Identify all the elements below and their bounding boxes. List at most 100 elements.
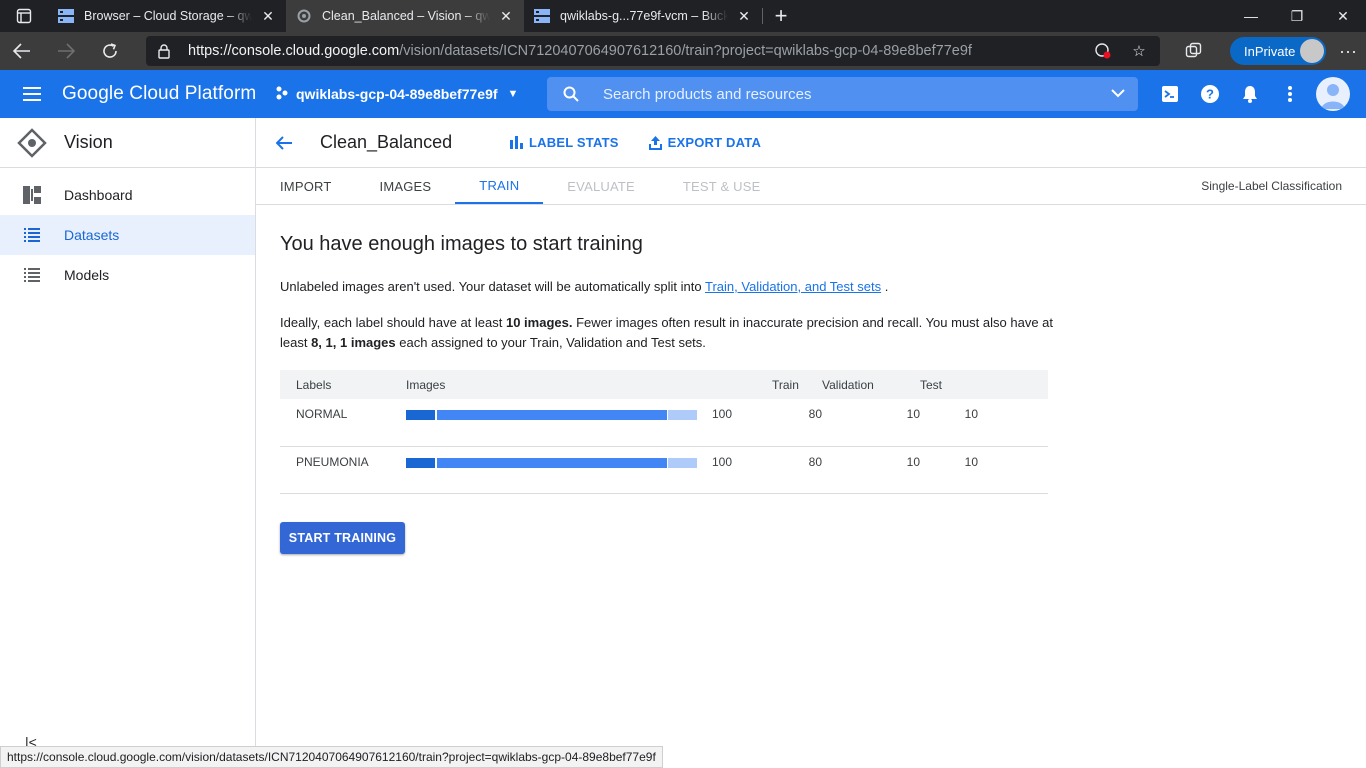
- new-tab-icon[interactable]: +: [763, 0, 799, 32]
- split-end: .: [884, 279, 889, 294]
- minimize-icon[interactable]: —: [1228, 0, 1274, 32]
- lock-icon[interactable]: [158, 42, 176, 60]
- more-options-icon[interactable]: ···: [1326, 41, 1366, 62]
- split-sets-link[interactable]: Train, Validation, and Test sets: [705, 279, 881, 294]
- window-controls: — ❐ ✕: [1228, 0, 1366, 32]
- start-training-button[interactable]: START TRAINING: [280, 521, 405, 554]
- row-test: 10: [920, 446, 978, 494]
- table-row: NORMAL 100 80 10 10: [280, 399, 1048, 447]
- tracking-prevention-icon[interactable]: [1090, 40, 1116, 62]
- restore-icon[interactable]: ❐: [1274, 0, 1320, 32]
- sidebar-item-dashboard[interactable]: Dashboard: [0, 175, 255, 215]
- address-bar[interactable]: https://console.cloud.google.com/vision/…: [146, 36, 1160, 66]
- tab-evaluate: EVALUATE: [567, 178, 635, 194]
- account-avatar-icon[interactable]: [1316, 77, 1350, 111]
- row-images-bar-cell: [406, 399, 712, 447]
- export-data-button[interactable]: EXPORT DATA: [648, 135, 762, 150]
- col-header-test: Test: [920, 370, 978, 399]
- tab-title: qwiklabs-g...77e9f-vcm – Bucket: [560, 9, 728, 23]
- tab-import[interactable]: IMPORT: [256, 168, 356, 204]
- tab-train[interactable]: TRAIN: [455, 168, 544, 204]
- search-input[interactable]: Search products and resources: [547, 77, 1138, 111]
- browser-tab-vision[interactable]: Clean_Balanced – Vision – qwiklabs ✕: [286, 0, 524, 32]
- split-bar-train-segment: [406, 457, 435, 468]
- gcp-header: Google Cloud Platform qwiklabs-gcp-04-89…: [0, 70, 1366, 118]
- split-bar-validation-segment: [434, 410, 668, 420]
- col-header-labels: Labels: [280, 370, 406, 399]
- table-header-row: Labels Images Train Validation Test: [280, 370, 1048, 399]
- add-favorite-icon[interactable]: ☆: [1126, 40, 1152, 62]
- row-validation: 10: [822, 446, 920, 494]
- col-header-images: Images: [406, 370, 712, 399]
- label-split-table: Labels Images Train Validation Test NORM…: [280, 370, 1048, 494]
- split-bar-validation-segment: [434, 457, 668, 468]
- tab-test-and-use: TEST & USE: [682, 178, 761, 194]
- inprivate-badge[interactable]: InPrivate: [1230, 37, 1326, 65]
- gcp-title[interactable]: Google Cloud Platform: [62, 83, 276, 105]
- label-stats-label: LABEL STATS: [529, 135, 619, 150]
- main-content: Clean_Balanced LABEL STATS EXPORT DATA I…: [256, 118, 1366, 768]
- close-icon[interactable]: ✕: [498, 8, 514, 24]
- col-header-spacer: [712, 370, 772, 399]
- model-type-label: Single-Label Classification: [1201, 179, 1342, 193]
- row-image-count: 100: [712, 399, 772, 447]
- row-pad: [978, 399, 1048, 447]
- close-icon[interactable]: ✕: [260, 8, 276, 24]
- req-d: 8, 1, 1 images: [311, 335, 396, 350]
- sidebar-item-label: Dashboard: [64, 187, 133, 203]
- refresh-icon[interactable]: [88, 32, 132, 70]
- window-close-icon[interactable]: ✕: [1320, 0, 1366, 32]
- left-nav: Vision Dashboard Datasets Models |<: [0, 118, 256, 768]
- collections-icon[interactable]: [1172, 32, 1216, 70]
- train-panel: You have enough images to start training…: [256, 205, 1366, 582]
- inprivate-label: InPrivate: [1244, 43, 1296, 59]
- browser-tabstrip: Browser – Cloud Storage – qwiklabs ✕ Cle…: [0, 0, 1366, 32]
- label-stats-button[interactable]: LABEL STATS: [510, 135, 619, 150]
- back-arrow-icon[interactable]: [256, 135, 312, 150]
- forward-icon[interactable]: [44, 32, 88, 70]
- sidebar-item-datasets[interactable]: Datasets: [0, 215, 255, 255]
- expand-search-icon[interactable]: [1110, 85, 1126, 105]
- tab-images[interactable]: IMAGES: [356, 168, 456, 204]
- status-bar-url: https://console.cloud.google.com/vision/…: [0, 746, 663, 768]
- list-icon: [0, 268, 64, 282]
- req-e: each assigned to your Train, Validation …: [395, 335, 706, 350]
- req-a: Ideally, each label should have at least: [280, 315, 506, 330]
- cloud-shell-icon[interactable]: [1150, 85, 1190, 103]
- gcp-icon: [296, 8, 312, 24]
- sidebar-item-label: Models: [64, 267, 110, 283]
- row-label: NORMAL: [280, 399, 406, 447]
- help-icon[interactable]: ?: [1190, 84, 1230, 104]
- bar-chart-icon: [510, 136, 523, 149]
- row-image-count: 100: [712, 446, 772, 494]
- project-name: qwiklabs-gcp-04-89e8bef77e9f: [296, 86, 498, 102]
- list-icon: [0, 228, 64, 242]
- menu-icon[interactable]: [0, 87, 64, 101]
- close-icon[interactable]: ✕: [736, 8, 752, 24]
- req-b: 10 images.: [505, 315, 573, 330]
- browser-tab-bucket[interactable]: qwiklabs-g...77e9f-vcm – Bucket ✕: [524, 0, 762, 32]
- search-icon: [563, 86, 587, 102]
- more-vert-icon[interactable]: [1270, 86, 1310, 102]
- tab-actions-icon[interactable]: [0, 0, 48, 32]
- tab-title: Browser – Cloud Storage – qwiklabs: [84, 9, 252, 23]
- back-icon[interactable]: [0, 32, 44, 70]
- storage-icon: [58, 8, 74, 24]
- split-bar-train-segment: [406, 410, 435, 420]
- requirements-text: Ideally, each label should have at least…: [280, 313, 1060, 353]
- browser-toolbar: https://console.cloud.google.com/vision/…: [0, 32, 1366, 70]
- project-picker[interactable]: qwiklabs-gcp-04-89e8bef77e9f ▼: [276, 86, 518, 103]
- notifications-icon[interactable]: [1230, 85, 1270, 103]
- row-train: 80: [772, 399, 822, 447]
- sidebar-item-models[interactable]: Models: [0, 255, 255, 295]
- url-path: /vision/datasets/ICN7120407064907612160/…: [399, 43, 972, 59]
- export-icon: [648, 135, 662, 150]
- col-header-train: Train: [772, 370, 822, 399]
- product-header: Vision: [0, 118, 255, 168]
- tab-title: Clean_Balanced – Vision – qwiklabs: [322, 9, 490, 23]
- browser-tab-storage[interactable]: Browser – Cloud Storage – qwiklabs ✕: [48, 0, 286, 32]
- dataset-tabs: IMPORT IMAGES TRAIN EVALUATE TEST & USE …: [256, 168, 1366, 205]
- product-name[interactable]: Vision: [64, 132, 113, 153]
- export-data-label: EXPORT DATA: [667, 135, 762, 150]
- row-validation: 10: [822, 399, 920, 447]
